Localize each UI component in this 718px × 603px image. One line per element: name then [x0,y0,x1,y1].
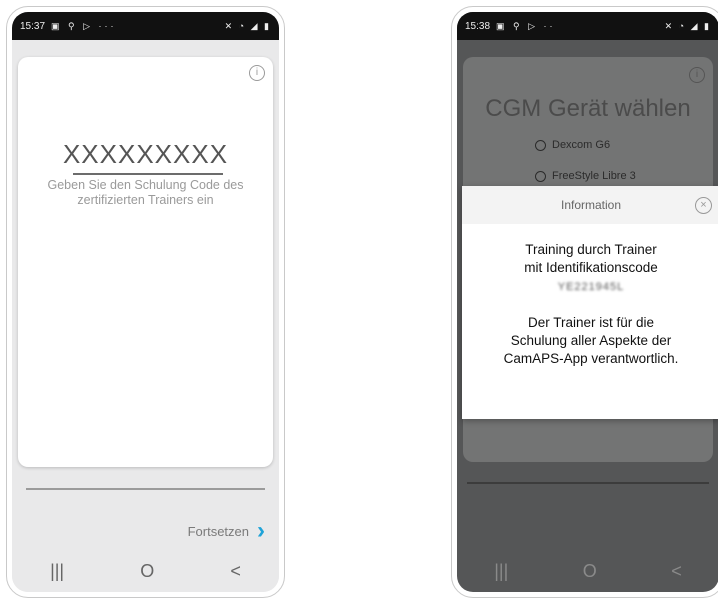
cgm-select-title: CGM Gerät wählen [485,95,691,122]
status-bar: 15:38 ▣ ⚲ ▷ ·· ✕ ◔ ◢ ▮ [457,12,718,40]
info-icon[interactable]: i [249,65,265,81]
dialog-line: mit Identifikationscode [524,260,658,275]
dialog-header: Information × [462,186,718,224]
home-icon[interactable]: O [583,561,597,582]
option-freestyle-libre-3[interactable]: FreeStyle Libre 3 [535,170,636,182]
screen-right: 15:38 ▣ ⚲ ▷ ·· ✕ ◔ ◢ ▮ i CGM Gerät wähle… [457,12,718,592]
phone-right: 15:38 ▣ ⚲ ▷ ·· ✕ ◔ ◢ ▮ i CGM Gerät wähle… [451,6,718,598]
back-icon[interactable]: < [671,561,682,582]
option-label: Dexcom G6 [552,139,611,151]
notification-icons: ▣ ⚲ ▷ ··· [51,20,117,31]
dialog-title: Information [560,198,622,212]
radio-icon [535,170,546,182]
status-bar: 15:37 ▣ ⚲ ▷ ··· ✕ ◔ ◢ ▮ [12,12,279,40]
status-time: 15:38 [465,20,491,32]
chevron-right-icon: › [257,517,265,544]
info-icon[interactable]: i [689,67,705,83]
phone-left: 15:37 ▣ ⚲ ▷ ··· ✕ ◔ ◢ ▮ i XXXXXXXXX Gebe… [6,6,285,598]
training-code-input[interactable]: XXXXXXXXX [18,139,273,170]
screen-left: 15:37 ▣ ⚲ ▷ ··· ✕ ◔ ◢ ▮ i XXXXXXXXX Gebe… [12,12,279,592]
dialog-line: Schulung aller Aspekte der [510,333,672,348]
training-code-card: i XXXXXXXXX Geben Sie den Schulung Code … [18,57,273,467]
home-icon[interactable]: O [140,561,154,582]
android-nav-bar: ||| O < [457,550,718,592]
recent-apps-icon[interactable]: ||| [50,561,64,582]
information-dialog: Information × Training durch Trainer mit… [462,186,718,419]
back-icon[interactable]: < [230,561,241,582]
option-dexcom-g6[interactable]: Dexcom G6 [535,139,610,151]
code-help-text: Geben Sie den Schulung Code des zertifiz… [47,178,244,207]
trainer-id-code: YE221945L [557,281,625,293]
dialog-line: Der Trainer ist für die [527,315,655,330]
system-status-icons: ✕ ◔ ◢ ▮ [664,20,711,31]
android-nav-bar: ||| O < [12,550,279,592]
continue-label: Fortsetzen [187,523,249,539]
dialog-message: Training durch Trainer mit Identifikatio… [470,241,712,368]
code-underline [73,173,223,175]
continue-button[interactable]: Fortsetzen › [188,519,265,543]
notification-icons: ▣ ⚲ ▷ ·· [496,20,556,31]
recent-apps-icon[interactable]: ||| [494,561,508,582]
dialog-line: Training durch Trainer [525,242,657,257]
divider [26,488,265,490]
status-time: 15:37 [20,20,46,32]
divider [467,482,709,484]
option-label: FreeStyle Libre 3 [552,170,636,182]
dialog-line: CamAPS-App verantwortlich. [503,351,679,366]
radio-icon [535,139,546,151]
system-status-icons: ✕ ◔ ◢ ▮ [224,20,271,31]
close-icon[interactable]: × [695,197,712,214]
